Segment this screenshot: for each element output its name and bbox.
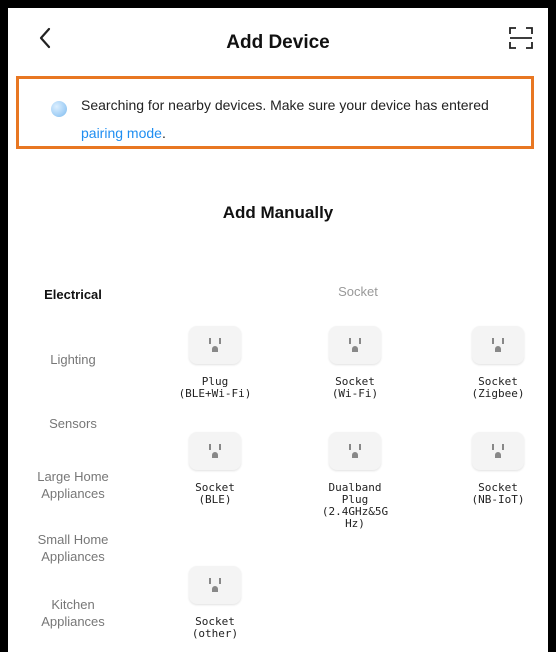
section-title: Add Manually: [222, 203, 334, 222]
device-socket-wifi[interactable]: Socket (Wi-Fi): [295, 326, 415, 400]
device-label: Dualband Plug (2.4GHz&5G Hz): [321, 481, 389, 530]
device-label: Socket (BLE): [195, 481, 235, 506]
category-lighting[interactable]: Lighting: [8, 351, 138, 368]
category-electrical[interactable]: Electrical: [8, 286, 138, 303]
device-socket-ble[interactable]: Socket (BLE): [155, 432, 275, 506]
device-dualband-plug[interactable]: Dualband Plug (2.4GHz&5G Hz): [295, 432, 415, 530]
category-large-home-appliances[interactable]: Large Home Appliances: [8, 468, 138, 502]
device-plug-ble-wifi[interactable]: Plug (BLE+Wi-Fi): [155, 326, 275, 400]
page-title: Add Device: [226, 32, 330, 53]
scan-icon: [508, 26, 534, 55]
notice-end: .: [161, 125, 166, 141]
category-sensors[interactable]: Sensors: [8, 415, 138, 432]
device-socket-zigbee[interactable]: Socket (Zigbee): [438, 326, 548, 400]
socket-icon: [329, 432, 381, 470]
socket-icon: [472, 326, 524, 364]
category-list: Electrical Lighting Sensors Large Home A…: [8, 268, 138, 652]
socket-icon: [329, 326, 381, 364]
device-label: Socket (Zigbee): [471, 375, 525, 400]
notice-text: Searching for nearby devices. Make sure …: [81, 91, 521, 147]
socket-icon: [189, 432, 241, 470]
scan-button[interactable]: [504, 24, 538, 56]
header: Add Device: [8, 8, 548, 72]
socket-icon: [472, 432, 524, 470]
device-label: Socket (other): [191, 615, 239, 640]
device-socket-nb-iot[interactable]: Socket (NB-IoT): [438, 432, 548, 506]
add-device-screen: Add Device Searching for nearby devices.…: [8, 8, 548, 652]
searching-spinner-icon: [51, 101, 67, 117]
searching-notice: Searching for nearby devices. Make sure …: [16, 76, 534, 149]
socket-icon: [189, 326, 241, 364]
device-label: Socket (Wi-Fi): [331, 375, 379, 400]
device-label: Plug (BLE+Wi-Fi): [178, 375, 252, 400]
socket-icon: [189, 566, 241, 604]
pairing-mode-link[interactable]: pairing mode: [81, 125, 162, 141]
notice-message: Searching for nearby devices. Make sure …: [81, 97, 489, 113]
device-socket-other[interactable]: Socket (other): [155, 566, 275, 640]
device-label: Socket (NB-IoT): [471, 481, 525, 506]
group-title-socket: Socket: [338, 284, 378, 299]
category-small-home-appliances[interactable]: Small Home Appliances: [8, 531, 138, 565]
category-kitchen-appliances[interactable]: Kitchen Appliances: [8, 596, 138, 630]
